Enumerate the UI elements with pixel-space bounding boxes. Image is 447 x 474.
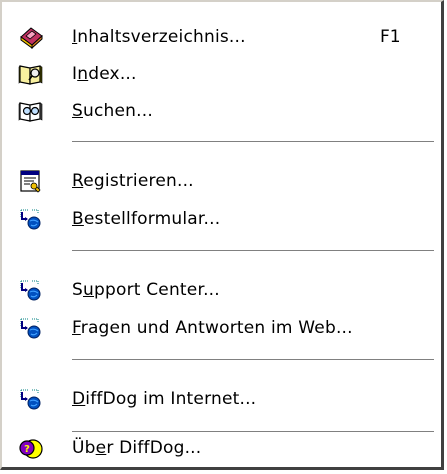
book-contents-icon bbox=[2, 19, 60, 55]
menu-separator bbox=[72, 250, 434, 252]
svg-text:?: ? bbox=[24, 444, 30, 455]
menu-separator bbox=[72, 359, 434, 361]
web-link-icon bbox=[2, 381, 60, 417]
menu-item-register[interactable]: Registrieren... bbox=[2, 163, 440, 199]
menu-item-label: Index... bbox=[72, 64, 137, 84]
menu-item-support-center[interactable]: Support Center... bbox=[2, 272, 440, 308]
web-link-icon bbox=[2, 272, 60, 308]
book-search-icon bbox=[2, 93, 60, 129]
registration-certificate-icon bbox=[2, 163, 60, 199]
menu-item-label: Über DiffDog... bbox=[72, 438, 202, 458]
menu-item-shortcut: F1 bbox=[380, 27, 401, 47]
menu-item-label: Registrieren... bbox=[72, 171, 194, 191]
menu-item-index[interactable]: Index... bbox=[2, 56, 440, 92]
menu-separator bbox=[72, 141, 434, 143]
menu-item-order-form[interactable]: Bestellformular... bbox=[2, 201, 440, 237]
menu-item-faq-web[interactable]: Fragen und Antworten im Web... bbox=[2, 310, 440, 346]
menu-item-label: Support Center... bbox=[72, 280, 220, 300]
menu-item-about[interactable]: ? Über DiffDog... bbox=[2, 430, 440, 466]
help-menu: Inhaltsverzeichnis... F1 Index... Suchen… bbox=[0, 0, 444, 470]
web-link-icon bbox=[2, 310, 60, 346]
menu-item-label: Suchen... bbox=[72, 101, 153, 121]
web-link-icon bbox=[2, 201, 60, 237]
about-help-icon: ? bbox=[2, 430, 60, 466]
book-index-icon bbox=[2, 56, 60, 92]
menu-item-contents[interactable]: Inhaltsverzeichnis... F1 bbox=[2, 19, 440, 55]
menu-item-label: Bestellformular... bbox=[72, 209, 221, 229]
menu-item-search[interactable]: Suchen... bbox=[2, 93, 440, 129]
menu-item-label: Fragen und Antworten im Web... bbox=[72, 318, 353, 338]
menu-item-diffdog-internet[interactable]: DiffDog im Internet... bbox=[2, 381, 440, 417]
menu-item-label: DiffDog im Internet... bbox=[72, 389, 257, 409]
menu-item-label: Inhaltsverzeichnis... bbox=[72, 27, 246, 47]
